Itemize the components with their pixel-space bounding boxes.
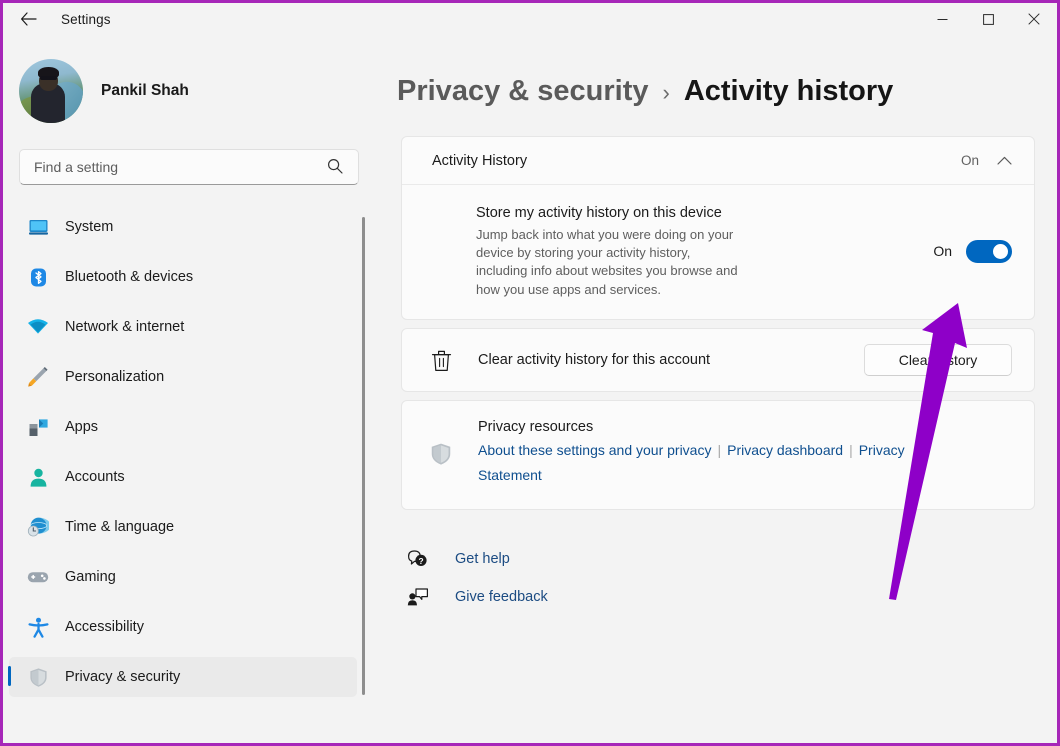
bluetooth-icon — [27, 266, 49, 288]
help-icon: ? — [401, 549, 435, 569]
breadcrumb: Privacy & security › Activity history — [397, 75, 1057, 108]
sidebar-item-personalization[interactable]: Personalization — [9, 357, 357, 397]
privacy-resources-links: About these settings and your privacy | Pr… — [478, 439, 908, 489]
shield-icon — [424, 441, 458, 467]
shield-icon — [27, 666, 49, 688]
give-feedback-link[interactable]: Give feedback — [401, 578, 621, 616]
sidebar-scrollbar[interactable] — [362, 217, 365, 695]
paintbrush-icon — [27, 366, 49, 388]
close-button[interactable] — [1011, 3, 1057, 35]
page-title: Activity history — [684, 75, 894, 108]
sidebar-item-apps[interactable]: Apps — [9, 407, 357, 447]
title-bar: Settings — [3, 3, 1057, 35]
avatar — [19, 59, 83, 123]
chevron-up-icon[interactable] — [997, 156, 1012, 165]
sidebar-item-accessibility[interactable]: Accessibility — [9, 607, 357, 647]
back-arrow-icon — [20, 12, 37, 26]
sidebar-item-accounts[interactable]: Accounts — [9, 457, 357, 497]
link-separator: | — [849, 442, 853, 458]
store-activity-toggle-state: On — [933, 243, 952, 259]
link-privacy-dashboard[interactable]: Privacy dashboard — [727, 442, 843, 458]
sidebar-nav: System Bluetooth & devices — [3, 207, 371, 707]
search-input[interactable] — [19, 149, 359, 185]
toggle-knob — [993, 244, 1008, 259]
activity-history-title: Activity History — [432, 153, 527, 169]
clock-globe-icon — [27, 516, 49, 538]
get-help-label: Get help — [455, 551, 510, 567]
link-separator: | — [717, 442, 721, 458]
sidebar-item-label: Accessibility — [65, 619, 144, 635]
clear-history-label: Clear activity history for this account — [478, 352, 710, 368]
clear-history-button[interactable]: Clear history — [864, 344, 1012, 376]
sidebar-item-label: Network & internet — [65, 319, 184, 335]
sidebar-item-privacy-security[interactable]: Privacy & security — [9, 657, 357, 697]
footer-links: ? Get help Give feedback — [401, 540, 1057, 616]
sidebar-item-label: Bluetooth & devices — [65, 269, 193, 285]
sidebar-item-network-internet[interactable]: Network & internet — [9, 307, 357, 347]
sidebar-item-system[interactable]: System — [9, 207, 357, 247]
minimize-icon — [937, 14, 948, 25]
profile-name: Pankil Shah — [101, 82, 189, 100]
close-icon — [1028, 13, 1040, 25]
sidebar-item-label: Personalization — [65, 369, 164, 385]
privacy-resources-card: Privacy resources About these settings a… — [401, 400, 1035, 510]
app-title: Settings — [61, 12, 111, 27]
settings-window: Settings — [0, 0, 1060, 746]
link-about-settings-privacy[interactable]: About these settings and your privacy — [478, 442, 711, 458]
system-icon — [27, 216, 49, 238]
sidebar-item-label: Time & language — [65, 519, 174, 535]
give-feedback-label: Give feedback — [455, 589, 548, 605]
store-activity-toggle[interactable] — [966, 240, 1012, 263]
store-activity-setting-row: Store my activity history on this device… — [402, 185, 1034, 319]
clear-history-card: Clear activity history for this account … — [401, 328, 1035, 392]
store-activity-description: Jump back into what you were doing on yo… — [476, 226, 744, 300]
activity-history-header[interactable]: Activity History On — [402, 137, 1034, 185]
search-container — [19, 149, 355, 185]
store-activity-title: Store my activity history on this device — [476, 203, 724, 224]
privacy-resources-row: Privacy resources About these settings a… — [402, 401, 1034, 509]
apps-icon — [27, 416, 49, 438]
breadcrumb-parent[interactable]: Privacy & security — [397, 75, 648, 108]
window-controls — [919, 3, 1057, 35]
accounts-icon — [27, 466, 49, 488]
get-help-link[interactable]: ? Get help — [401, 540, 621, 578]
breadcrumb-separator: › — [662, 80, 669, 106]
clear-history-row: Clear activity history for this account … — [402, 329, 1034, 391]
maximize-button[interactable] — [965, 3, 1011, 35]
activity-history-card: Activity History On Store my activity hi… — [401, 136, 1035, 320]
trash-icon — [424, 349, 458, 372]
sidebar: Pankil Shah System — [3, 35, 371, 746]
sidebar-item-label: System — [65, 219, 113, 235]
main-content: Privacy & security › Activity history Ac… — [371, 35, 1057, 746]
gamepad-icon — [27, 566, 49, 588]
activity-history-state: On — [961, 153, 979, 168]
back-button[interactable] — [11, 4, 45, 34]
sidebar-item-bluetooth-devices[interactable]: Bluetooth & devices — [9, 257, 357, 297]
maximize-icon — [983, 14, 994, 25]
sidebar-item-label: Accounts — [65, 469, 125, 485]
svg-text:?: ? — [418, 556, 423, 566]
user-profile[interactable]: Pankil Shah — [19, 59, 371, 123]
accessibility-icon — [27, 616, 49, 638]
wifi-icon — [27, 316, 49, 338]
minimize-button[interactable] — [919, 3, 965, 35]
sidebar-item-label: Gaming — [65, 569, 116, 585]
privacy-resources-title: Privacy resources — [478, 419, 908, 435]
feedback-icon — [401, 587, 435, 607]
sidebar-item-label: Apps — [65, 419, 98, 435]
sidebar-item-gaming[interactable]: Gaming — [9, 557, 357, 597]
sidebar-item-time-language[interactable]: Time & language — [9, 507, 357, 547]
sidebar-item-label: Privacy & security — [65, 669, 180, 685]
